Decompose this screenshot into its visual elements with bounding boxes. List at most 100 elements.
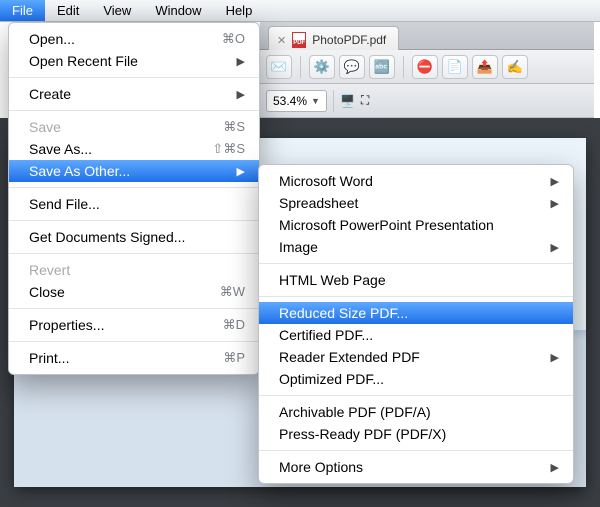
- label: Microsoft Word: [279, 173, 373, 189]
- text-edit-button[interactable]: 🔤: [369, 55, 395, 79]
- file-menu: Open... ⌘O Open Recent File ▶ Create ▶ S…: [8, 22, 260, 375]
- label: Microsoft PowerPoint Presentation: [279, 217, 494, 233]
- shortcut: ⌘S: [223, 119, 245, 135]
- label: Send File...: [29, 196, 100, 212]
- menu-separator: [259, 263, 573, 264]
- submenu-item-html[interactable]: HTML Web Page: [259, 269, 573, 291]
- copy-page-button[interactable]: 📄: [442, 55, 468, 79]
- menu-separator: [259, 450, 573, 451]
- zoom-value: 53.4%: [273, 94, 307, 108]
- menu-item-revert: Revert: [9, 259, 259, 281]
- label: More Options: [279, 459, 363, 475]
- submenu-arrow-icon: ▶: [237, 88, 245, 101]
- document-tab-title: PhotoPDF.pdf: [312, 33, 386, 47]
- submenu-item-reduced-size[interactable]: Reduced Size PDF...: [259, 302, 573, 324]
- menu-help[interactable]: Help: [214, 0, 265, 21]
- label: Save As Other...: [29, 163, 130, 179]
- zoom-field[interactable]: 53.4% ▼: [266, 90, 327, 112]
- label: Archivable PDF (PDF/A): [279, 404, 431, 420]
- sign-button[interactable]: ✍️: [502, 55, 528, 79]
- submenu-arrow-icon: ▶: [551, 175, 559, 188]
- label: Close: [29, 284, 65, 300]
- label: Properties...: [29, 317, 104, 333]
- submenu-item-more-options[interactable]: More Options ▶: [259, 456, 573, 478]
- comment-button[interactable]: 💬: [339, 55, 365, 79]
- label: Certified PDF...: [279, 327, 373, 343]
- shortcut: ⌘O: [222, 31, 245, 47]
- label: Press-Ready PDF (PDF/X): [279, 426, 446, 442]
- menu-window[interactable]: Window: [143, 0, 213, 21]
- label: Get Documents Signed...: [29, 229, 185, 245]
- chevron-down-icon: ▼: [311, 96, 320, 106]
- label: HTML Web Page: [279, 272, 386, 288]
- menu-item-create[interactable]: Create ▶: [9, 83, 259, 105]
- menu-item-print[interactable]: Print... ⌘P: [9, 347, 259, 369]
- menu-file[interactable]: File: [0, 0, 45, 21]
- menu-item-properties[interactable]: Properties... ⌘D: [9, 314, 259, 336]
- menu-item-save-as-other[interactable]: Save As Other... ▶: [9, 160, 259, 182]
- shortcut: ⇧⌘S: [212, 141, 245, 157]
- submenu-item-reader-extended[interactable]: Reader Extended PDF ▶: [259, 346, 573, 368]
- submenu-item-certified[interactable]: Certified PDF...: [259, 324, 573, 346]
- label: Reduced Size PDF...: [279, 305, 408, 321]
- label: Open...: [29, 31, 75, 47]
- menu-edit[interactable]: Edit: [45, 0, 91, 21]
- label: Spreadsheet: [279, 195, 358, 211]
- submenu-item-word[interactable]: Microsoft Word ▶: [259, 170, 573, 192]
- label: Create: [29, 86, 71, 102]
- submenu-item-spreadsheet[interactable]: Spreadsheet ▶: [259, 192, 573, 214]
- export-button[interactable]: 📤: [472, 55, 498, 79]
- submenu-arrow-icon: ▶: [237, 55, 245, 68]
- submenu-arrow-icon: ▶: [551, 461, 559, 474]
- settings-button[interactable]: ⚙️: [309, 55, 335, 79]
- fit-page-button[interactable]: 🖥️: [340, 94, 355, 108]
- label: Reader Extended PDF: [279, 349, 420, 365]
- main-toolbar: ✉️ ⚙️ 💬 🔤 ⛔ 📄 📤 ✍️: [260, 50, 594, 84]
- menu-separator: [9, 110, 259, 111]
- label: Revert: [29, 262, 70, 278]
- submenu-arrow-icon: ▶: [551, 351, 559, 364]
- submenu-item-archivable[interactable]: Archivable PDF (PDF/A): [259, 401, 573, 423]
- label: Save: [29, 119, 61, 135]
- zoom-toolbar: 53.4% ▼ 🖥️ ⛶: [260, 84, 594, 118]
- fit-width-button[interactable]: ⛶: [361, 93, 369, 108]
- close-tab-icon[interactable]: ✕: [277, 34, 286, 47]
- menu-separator: [9, 187, 259, 188]
- submenu-arrow-icon: ▶: [237, 165, 245, 178]
- toolbar-separator: [333, 90, 334, 112]
- menu-item-open[interactable]: Open... ⌘O: [9, 28, 259, 50]
- submenu-item-press-ready[interactable]: Press-Ready PDF (PDF/X): [259, 423, 573, 445]
- submenu-item-optimized[interactable]: Optimized PDF...: [259, 368, 573, 390]
- document-tabstrip: ✕ PhotoPDF.pdf: [260, 22, 594, 50]
- shortcut: ⌘P: [223, 350, 245, 366]
- menu-separator: [259, 296, 573, 297]
- menu-separator: [9, 77, 259, 78]
- mail-button[interactable]: ✉️: [266, 55, 292, 79]
- toolbar-separator: [403, 56, 404, 78]
- menu-separator: [259, 395, 573, 396]
- label: Print...: [29, 350, 69, 366]
- submenu-item-powerpoint[interactable]: Microsoft PowerPoint Presentation: [259, 214, 573, 236]
- menubar: File Edit View Window Help: [0, 0, 600, 22]
- menu-separator: [9, 253, 259, 254]
- save-as-other-submenu: Microsoft Word ▶ Spreadsheet ▶ Microsoft…: [258, 164, 574, 484]
- shortcut: ⌘D: [223, 317, 245, 333]
- menu-item-save: Save ⌘S: [9, 116, 259, 138]
- submenu-arrow-icon: ▶: [551, 197, 559, 210]
- label: Open Recent File: [29, 53, 138, 69]
- submenu-arrow-icon: ▶: [551, 241, 559, 254]
- menu-item-open-recent[interactable]: Open Recent File ▶: [9, 50, 259, 72]
- label: Save As...: [29, 141, 92, 157]
- menu-separator: [9, 220, 259, 221]
- menu-item-save-as[interactable]: Save As... ⇧⌘S: [9, 138, 259, 160]
- shortcut: ⌘W: [220, 284, 245, 300]
- submenu-item-image[interactable]: Image ▶: [259, 236, 573, 258]
- menu-item-send-file[interactable]: Send File...: [9, 193, 259, 215]
- document-tab[interactable]: ✕ PhotoPDF.pdf: [268, 26, 399, 50]
- menu-separator: [9, 341, 259, 342]
- menu-separator: [9, 308, 259, 309]
- delete-page-button[interactable]: ⛔: [412, 55, 438, 79]
- menu-view[interactable]: View: [91, 0, 143, 21]
- menu-item-close[interactable]: Close ⌘W: [9, 281, 259, 303]
- menu-item-get-signed[interactable]: Get Documents Signed...: [9, 226, 259, 248]
